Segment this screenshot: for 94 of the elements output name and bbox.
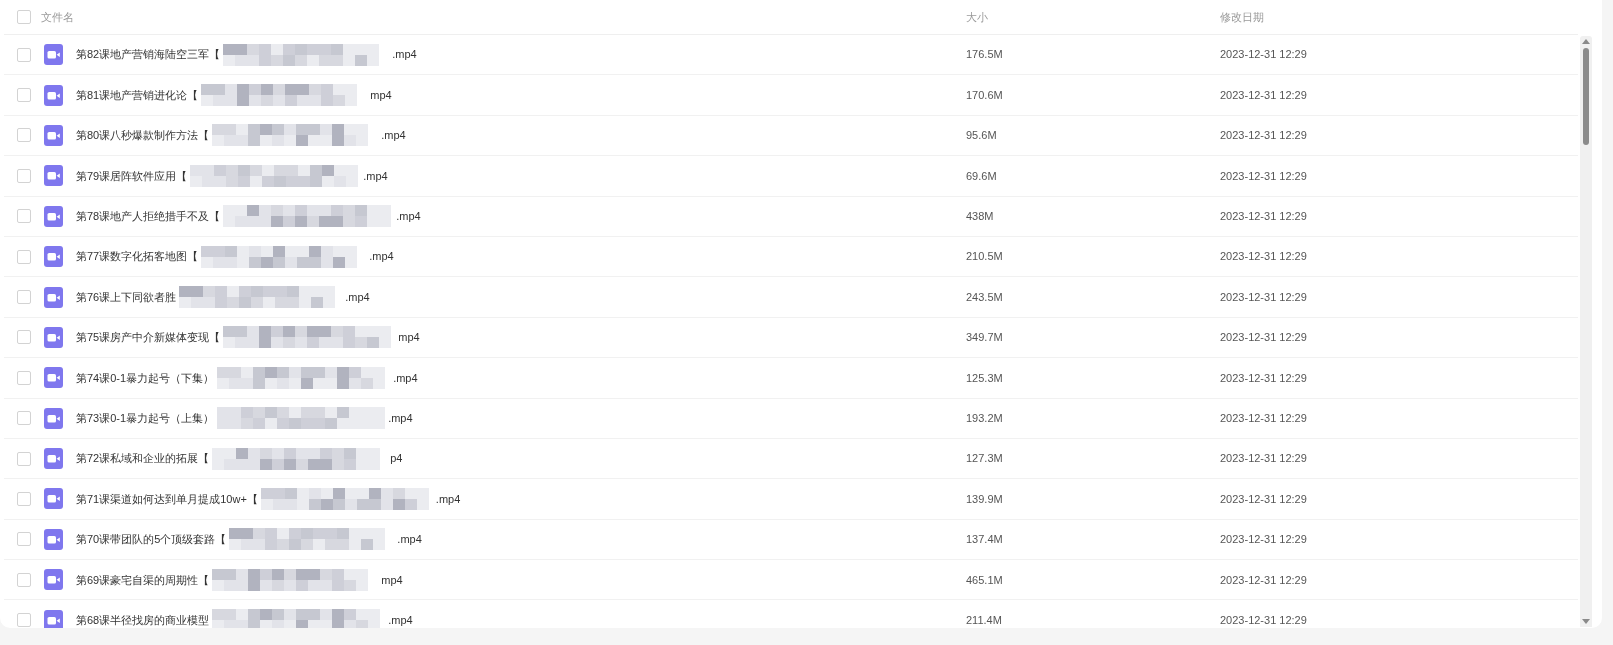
file-name[interactable]: 第79课居阵软件应用【 (76, 167, 188, 185)
modified-date: 2023-12-31 12:29 (1220, 250, 1307, 263)
file-size: 139.9M (966, 492, 1003, 505)
file-name[interactable]: 第78课地产人拒绝措手不及【 (76, 208, 221, 225)
video-file-icon (44, 84, 63, 106)
modified-date: 2023-12-31 12:29 (1220, 290, 1307, 303)
file-extension[interactable]: .mp4 (396, 208, 421, 225)
modified-date: 2023-12-31 12:29 (1220, 331, 1307, 344)
video-file-icon (44, 488, 63, 510)
video-file-icon (44, 326, 63, 348)
file-size: 176.5M (966, 48, 1003, 61)
file-extension[interactable]: .mp4 (388, 611, 413, 628)
modified-date: 2023-12-31 12:29 (1220, 492, 1307, 505)
file-extension[interactable]: .mp4 (393, 369, 418, 387)
file-size: 211.4M (966, 613, 1002, 626)
modified-date: 2023-12-31 12:29 (1220, 169, 1307, 182)
scroll-up-icon[interactable] (1582, 39, 1590, 44)
video-file-icon (44, 569, 63, 591)
modified-date: 2023-12-31 12:29 (1220, 533, 1307, 546)
scrollbar-thumb[interactable] (1583, 48, 1589, 145)
video-file-icon (44, 246, 63, 268)
file-extension[interactable]: .mp4 (397, 531, 422, 548)
file-name[interactable]: 第68课半径找房的商业模型 (76, 611, 210, 628)
modified-date: 2023-12-31 12:29 (1220, 129, 1307, 142)
file-name[interactable]: 第73课0-1暴力起号（上集） (76, 409, 215, 427)
modified-date: 2023-12-31 12:29 (1220, 88, 1307, 101)
file-name[interactable]: 第69课豪宅自渠的周期性【 (76, 571, 210, 588)
file-size: 170.6M (966, 88, 1003, 101)
file-size: 349.7M (966, 331, 1003, 344)
file-name[interactable]: 第82课地产营销海陆空三军【 (76, 46, 221, 63)
video-file-icon (44, 44, 63, 66)
row-checkbox[interactable] (17, 492, 31, 506)
video-file-icon (44, 407, 63, 429)
file-extension[interactable]: mp4 (381, 571, 403, 588)
row-checkbox[interactable] (17, 88, 31, 103)
file-extension[interactable]: .mp4 (392, 46, 417, 63)
modified-date: 2023-12-31 12:29 (1220, 452, 1307, 465)
video-file-icon (44, 367, 63, 389)
file-extension[interactable]: .mp4 (381, 127, 406, 144)
file-size: 125.3M (966, 371, 1003, 384)
file-name[interactable]: 第81课地产营销进化论【 (76, 86, 199, 104)
video-file-icon (44, 124, 63, 146)
file-extension[interactable]: p4 (390, 450, 403, 467)
row-checkbox[interactable] (17, 532, 31, 547)
modified-date: 2023-12-31 12:29 (1220, 573, 1307, 586)
modified-date: 2023-12-31 12:29 (1220, 613, 1307, 626)
file-size: 69.6M (966, 169, 997, 182)
file-size: 438M (966, 210, 994, 222)
row-checkbox[interactable] (17, 47, 31, 62)
file-extension[interactable]: .mp4 (369, 248, 394, 265)
file-extension[interactable]: mp4 (370, 86, 392, 104)
video-file-icon (44, 286, 63, 308)
file-size: 95.6M (966, 129, 997, 142)
row-checkbox[interactable] (17, 168, 31, 183)
video-file-icon (44, 205, 63, 227)
row-checkbox[interactable] (17, 128, 31, 143)
scrollbar-track[interactable] (1580, 36, 1592, 627)
file-extension[interactable]: .mp4 (435, 490, 461, 508)
row-checkbox[interactable] (17, 330, 31, 345)
file-size: 210.5M (966, 250, 1003, 263)
row-checkbox[interactable] (17, 613, 31, 628)
file-name[interactable]: 第80课八秒爆款制作方法【 (76, 127, 210, 144)
modified-date: 2023-12-31 12:29 (1220, 371, 1307, 384)
file-extension[interactable]: .mp4 (388, 409, 413, 427)
file-size: 137.4M (966, 533, 1003, 546)
file-name[interactable]: 第75课房产中介新媒体变现【 (76, 329, 221, 346)
file-size: 465.1M (966, 573, 1003, 586)
file-extension[interactable]: .mp4 (363, 167, 388, 185)
scroll-down-icon[interactable] (1582, 619, 1590, 624)
row-checkbox[interactable] (17, 451, 31, 466)
row-checkbox[interactable] (17, 249, 31, 264)
row-checkbox[interactable] (17, 209, 31, 224)
file-name[interactable]: 第76课上下同欲者胜 (76, 288, 177, 306)
file-size: 127.3M (966, 452, 1003, 465)
row-checkbox[interactable] (17, 411, 31, 426)
file-extension[interactable]: .mp4 (345, 288, 370, 306)
row-checkbox[interactable] (17, 290, 31, 305)
modified-date: 2023-12-31 12:29 (1220, 411, 1307, 424)
modified-date: 2023-12-31 12:29 (1220, 48, 1307, 61)
file-name[interactable]: 第74课0-1暴力起号（下集） (76, 369, 215, 387)
file-name[interactable]: 第77课数字化拓客地图【 (76, 248, 199, 265)
row-checkbox[interactable] (17, 370, 31, 385)
video-file-icon (44, 165, 63, 187)
file-name[interactable]: 第71课渠道如何达到单月提成10w+【 (76, 490, 258, 508)
select-all-checkbox[interactable] (17, 10, 31, 24)
video-file-icon (44, 528, 63, 550)
video-file-icon (44, 448, 63, 470)
file-extension[interactable]: mp4 (398, 329, 420, 346)
file-size: 193.2M (966, 411, 1003, 424)
file-name[interactable]: 第70课带团队的5个顶级套路【 (76, 531, 227, 548)
row-checkbox[interactable] (17, 572, 31, 587)
modified-date: 2023-12-31 12:29 (1220, 210, 1307, 222)
file-name[interactable]: 第72课私域和企业的拓展【 (76, 450, 210, 467)
file-size: 243.5M (966, 290, 1003, 303)
